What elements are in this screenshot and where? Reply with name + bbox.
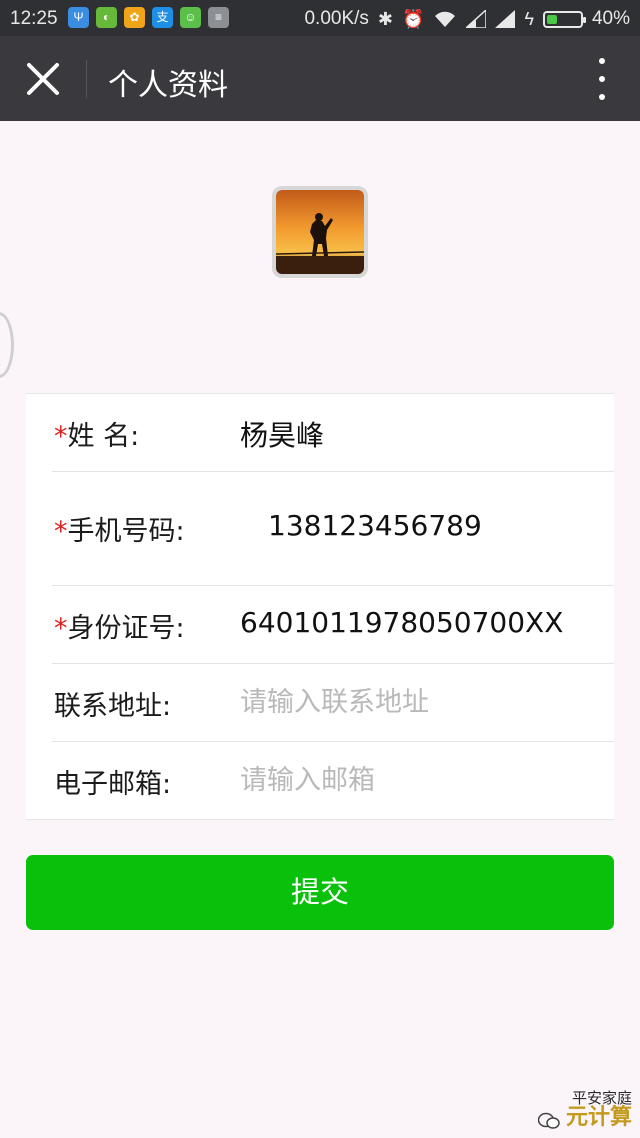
address-row: 联系地址: — [26, 664, 614, 742]
app-bar: 个人资料 — [0, 36, 640, 121]
name-row: *姓 名: 杨昊峰 — [26, 394, 614, 472]
maps-icon: ◐ — [96, 7, 117, 28]
submit-button[interactable]: 提交 — [26, 855, 614, 930]
watermark: 平安家庭 元计算 — [537, 1089, 632, 1130]
email-row: 电子邮箱: — [26, 742, 614, 820]
address-label: 联系地址: — [54, 691, 172, 722]
name-label: *姓 名: — [54, 421, 140, 452]
coupon-icon: ✿ — [124, 7, 145, 28]
status-time: 12:25 — [10, 8, 58, 29]
signal-icon — [495, 10, 516, 28]
battery-icon — [542, 10, 586, 28]
avatar[interactable] — [272, 186, 368, 278]
side-drawer-handle[interactable] — [0, 312, 14, 378]
phone-label: *手机号码: — [54, 516, 185, 547]
notes-icon: ≡ — [208, 7, 229, 28]
title-divider — [86, 60, 87, 98]
name-value[interactable]: 杨昊峰 — [240, 414, 324, 454]
id-number-value[interactable]: 6401011978050700XX — [240, 606, 563, 639]
battery-percent: 40% — [591, 8, 630, 29]
close-button[interactable] — [20, 56, 66, 102]
required-mark: * — [54, 613, 68, 644]
wifi-icon — [435, 11, 456, 27]
status-bar: 12:25 Ψ ◐ ✿ 支 ☺ ≡ 0.00K/s ✱ ⏰ ϟ 40% — [0, 0, 640, 36]
required-mark: * — [54, 516, 68, 547]
watermark-line2: 元计算 — [565, 1105, 632, 1130]
charging-icon: ϟ — [524, 8, 534, 29]
id-number-label: *身份证号: — [54, 613, 185, 644]
watermark-line1: 平安家庭 — [571, 1089, 632, 1107]
usb-icon: Ψ — [68, 7, 89, 28]
phone-value[interactable]: 138123456789 — [268, 509, 482, 542]
network-speed: 0.00K/s — [304, 8, 369, 29]
alarm-icon: ⏰ — [402, 8, 425, 29]
signal-icon — [466, 10, 487, 28]
battery-fill — [546, 14, 558, 24]
required-mark: * — [54, 421, 68, 452]
bluetooth-icon: ✱ — [377, 8, 394, 29]
email-input[interactable] — [240, 762, 580, 798]
email-label: 电子邮箱: — [54, 769, 172, 800]
notification-icons: Ψ ◐ ✿ 支 ☺ ≡ — [68, 7, 229, 28]
address-input[interactable] — [240, 684, 580, 720]
phone-row: *手机号码: 138123456789 — [26, 472, 614, 586]
close-icon — [27, 63, 59, 95]
android-icon: ☺ — [180, 7, 201, 28]
more-vertical-icon[interactable] — [596, 58, 608, 100]
profile-form: *姓 名: 杨昊峰 *手机号码: 138123456789 *身份证号: 640… — [26, 393, 614, 820]
wechat-official-icon — [537, 1112, 560, 1129]
id-number-row: *身份证号: 6401011978050700XX — [26, 586, 614, 664]
page-title: 个人资料 — [108, 68, 228, 103]
alipay-icon: 支 — [152, 7, 173, 28]
